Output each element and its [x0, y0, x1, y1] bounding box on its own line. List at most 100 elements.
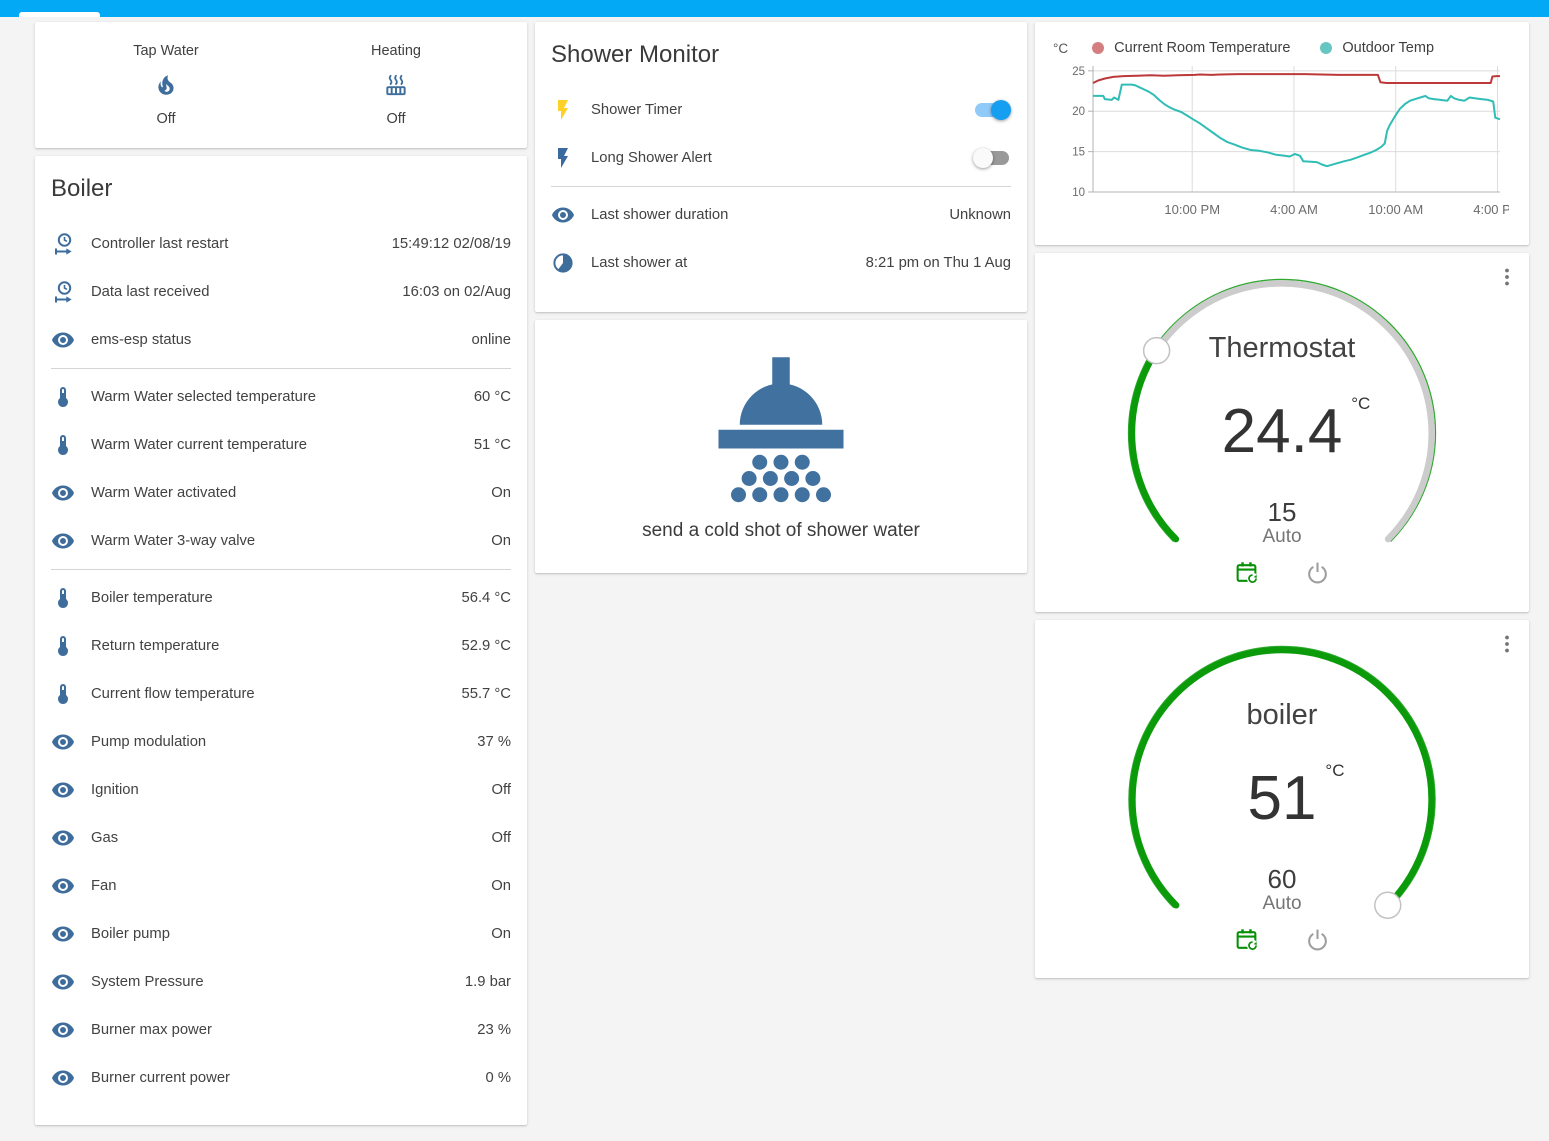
svg-text:4:00 PM: 4:00 PM [1473, 202, 1509, 217]
entity-row[interactable]: ems-esp statusonline [51, 316, 511, 364]
eye-icon [551, 203, 575, 227]
power-icon[interactable] [1305, 927, 1330, 952]
thermometer-icon [51, 586, 75, 610]
entity-row[interactable]: Warm Water activatedOn [51, 469, 511, 517]
entity-row[interactable]: Current flow temperature55.7 °C [51, 670, 511, 718]
toggle-row: Long Shower Alert [551, 134, 1011, 182]
clock-start-icon [51, 232, 75, 256]
svg-text:4:00 AM: 4:00 AM [1270, 202, 1318, 217]
entity-value: Off [492, 830, 511, 846]
entity-value: 56.4 °C [461, 590, 511, 606]
svg-text:10:00 PM: 10:00 PM [1164, 202, 1220, 217]
toggle-knob [991, 100, 1011, 120]
entity-row[interactable]: Pump modulation37 % [51, 718, 511, 766]
switch-item-heating[interactable]: HeatingOff [281, 43, 511, 127]
power-icon[interactable] [1305, 560, 1330, 585]
entity-row[interactable]: Burner max power23 % [51, 1006, 511, 1054]
entity-row[interactable]: Boiler pumpOn [51, 910, 511, 958]
entity-label: Warm Water activated [91, 485, 491, 501]
legend-dot [1092, 42, 1104, 54]
eye-icon [51, 970, 75, 994]
calendar-sync-icon[interactable] [1234, 927, 1259, 952]
entity-row[interactable]: Warm Water selected temperature60 °C [51, 373, 511, 421]
legend-label: Current Room Temperature [1114, 40, 1290, 56]
entity-row[interactable]: Warm Water 3-way valveOn [51, 517, 511, 565]
entity-label: Return temperature [91, 638, 461, 654]
eye-icon [51, 874, 75, 898]
entity-label: Data last received [91, 284, 402, 300]
temperature-unit: °C [1351, 395, 1370, 413]
thermometer-icon [51, 682, 75, 706]
dial-title: boiler [1247, 698, 1318, 732]
entity-row[interactable]: Last shower at8:21 pm on Thu 1 Aug [551, 239, 1011, 287]
entity-value: On [491, 926, 511, 942]
shower-button-caption: send a cold shot of shower water [642, 520, 920, 542]
active-tab-indicator[interactable] [19, 12, 100, 17]
entity-row[interactable]: FanOn [51, 862, 511, 910]
entity-row[interactable]: Controller last restart15:49:12 02/08/19 [51, 220, 511, 268]
eye-icon [51, 1018, 75, 1042]
current-temperature: 24.4°C [1222, 399, 1343, 464]
entity-row[interactable]: System Pressure1.9 bar [51, 958, 511, 1006]
legend-dot [1320, 42, 1332, 54]
entity-row[interactable]: Data last received16:03 on 02/Aug [51, 268, 511, 316]
eye-icon [51, 328, 75, 352]
entity-label: System Pressure [91, 974, 465, 990]
entity-row[interactable]: Burner current power0 % [51, 1054, 511, 1102]
entity-row[interactable]: Warm Water current temperature51 °C [51, 421, 511, 469]
entity-label: Last shower duration [591, 207, 949, 223]
entity-row[interactable]: Last shower durationUnknown [551, 191, 1011, 239]
entity-value: Unknown [949, 207, 1011, 223]
entity-row[interactable]: Return temperature52.9 °C [51, 622, 511, 670]
legend-item: Current Room Temperature [1092, 40, 1290, 56]
eye-icon [51, 826, 75, 850]
legend-item: Outdoor Temp [1320, 40, 1434, 56]
entity-value: Off [492, 782, 511, 798]
switch-label: Heating [371, 43, 421, 59]
toggle-switch[interactable] [973, 148, 1011, 168]
dial-title: Thermostat [1209, 331, 1356, 365]
eye-icon [51, 922, 75, 946]
entity-row[interactable]: Boiler temperature56.4 °C [51, 574, 511, 622]
right-column: °C Current Room TemperatureOutdoor Temp … [1035, 22, 1529, 978]
section-divider [51, 569, 511, 570]
shower-button-card[interactable]: send a cold shot of shower water [535, 320, 1027, 573]
entity-value: online [472, 332, 512, 348]
entity-value: 15:49:12 02/08/19 [392, 236, 511, 252]
entity-row[interactable]: IgnitionOff [51, 766, 511, 814]
card-title: Boiler [51, 172, 511, 206]
flash-icon [551, 146, 575, 170]
entity-label: Burner max power [91, 1022, 477, 1038]
calendar-sync-icon[interactable] [1234, 560, 1259, 585]
hvac-mode: Auto [1262, 526, 1301, 548]
temperature-chart-card: °C Current Room TemperatureOutdoor Temp … [1035, 22, 1529, 245]
thermostat-card: Thermostat 24.4°C 15 Auto [1035, 253, 1529, 612]
switch-label: Tap Water [133, 43, 199, 59]
shower-head-icon [706, 352, 856, 510]
entity-value: 0 % [486, 1070, 512, 1086]
section-divider [551, 186, 1011, 187]
entity-value: On [491, 533, 511, 549]
entity-label: Boiler temperature [91, 590, 461, 606]
entity-label: Controller last restart [91, 236, 392, 252]
switch-item-tap-water[interactable]: Tap WaterOff [51, 43, 281, 127]
entity-label: Boiler pump [91, 926, 491, 942]
entity-value: 52.9 °C [461, 638, 511, 654]
svg-text:20: 20 [1072, 106, 1085, 118]
entity-value: 60 °C [474, 389, 511, 405]
switches-card: Tap WaterOffHeatingOff [35, 22, 527, 148]
toggle-knob [973, 148, 993, 168]
toggle-switch[interactable] [973, 100, 1011, 120]
entity-row[interactable]: GasOff [51, 814, 511, 862]
fire-icon [153, 72, 179, 98]
entity-label: Fan [91, 878, 491, 894]
entity-value: On [491, 485, 511, 501]
entity-label: Pump modulation [91, 734, 477, 750]
entity-rows: Controller last restart15:49:12 02/08/19… [51, 220, 511, 1102]
entity-label: Long Shower Alert [591, 150, 973, 166]
thermometer-icon [51, 433, 75, 457]
app-header [0, 0, 1549, 17]
y-axis-unit: °C [1053, 41, 1068, 56]
current-temperature: 51°C [1248, 766, 1317, 831]
shower-monitor-card: Shower Monitor Shower TimerLong Shower A… [535, 22, 1027, 312]
